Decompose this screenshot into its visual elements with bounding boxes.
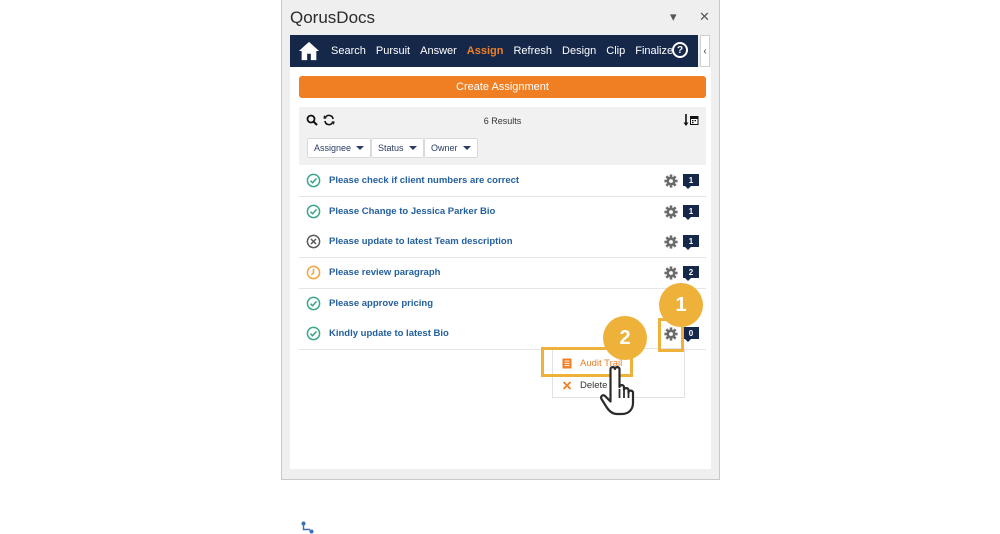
gear-icon[interactable]	[664, 174, 678, 188]
assignment-row[interactable]: Please Change to Jessica Parker Bio 1	[299, 197, 706, 228]
filter-status[interactable]: Status	[371, 138, 424, 158]
pane-title: QorusDocs	[290, 8, 376, 27]
x-circle-icon	[306, 234, 321, 249]
comment-badge[interactable]: 1	[683, 205, 699, 220]
comment-badge[interactable]: 2	[683, 266, 699, 281]
check-circle-icon	[306, 204, 321, 219]
check-circle-icon	[306, 173, 321, 188]
pane-menu-icon[interactable]: ▾	[670, 9, 677, 25]
assignment-title[interactable]: Please update to latest Team description	[329, 236, 513, 247]
qorusdocs-pane: QorusDocs ▾ ✕ Search Pursuit Answer Assi…	[281, 0, 720, 534]
home-icon[interactable]	[298, 40, 320, 62]
comment-badge[interactable]: 1	[683, 235, 699, 250]
assign-panel: Create Assignment 6 Results Assignee Sta…	[290, 67, 711, 534]
results-toolbar: 6 Results Assignee Status Owner	[299, 107, 706, 165]
chevron-down-icon	[462, 146, 471, 150]
assignment-title[interactable]: Please check if client numbers are corre…	[329, 175, 519, 186]
gear-icon[interactable]	[664, 205, 678, 219]
gear-icon[interactable]	[664, 266, 678, 280]
check-circle-icon	[306, 296, 321, 311]
nav-answer[interactable]: Answer	[420, 45, 457, 57]
gear-icon[interactable]	[664, 235, 678, 249]
assignment-row[interactable]: Please check if client numbers are corre…	[299, 166, 706, 197]
assignment-title[interactable]: Please review paragraph	[329, 267, 440, 278]
delete-icon	[562, 380, 572, 390]
main-nav: Search Pursuit Answer Assign Refresh Des…	[290, 35, 698, 67]
filter-owner-label: Owner	[431, 143, 458, 153]
step-2-callout: 2	[603, 316, 647, 360]
collapse-pane-button[interactable]: ‹	[700, 35, 710, 67]
comment-badge[interactable]: 0	[683, 327, 699, 342]
pointer-hand-icon	[600, 366, 635, 416]
assignment-title[interactable]: Kindly update to latest Bio	[329, 328, 449, 339]
filter-owner[interactable]: Owner	[424, 138, 478, 158]
assignment-title[interactable]: Please Change to Jessica Parker Bio	[329, 206, 495, 217]
filter-assignee[interactable]: Assignee	[307, 138, 372, 158]
chevron-down-icon	[408, 146, 417, 150]
nav-search[interactable]: Search	[331, 45, 366, 57]
nav-refresh[interactable]: Refresh	[513, 45, 552, 57]
assignment-title[interactable]: Please approve pricing	[329, 298, 433, 309]
results-count: 6 Results	[483, 116, 522, 126]
help-icon[interactable]: ?	[672, 42, 688, 58]
pane-close-icon[interactable]: ✕	[699, 9, 710, 25]
step-1-callout: 1	[659, 283, 703, 327]
nav-assign[interactable]: Assign	[467, 45, 504, 57]
nav-clip[interactable]: Clip	[606, 45, 625, 57]
create-assignment-button[interactable]: Create Assignment	[299, 76, 706, 98]
check-circle-icon	[306, 326, 321, 341]
assignment-row[interactable]: Please approve pricing	[299, 289, 706, 320]
clock-icon	[306, 265, 321, 280]
assignment-row[interactable]: Please update to latest Team description…	[299, 227, 706, 258]
chevron-down-icon	[356, 146, 365, 150]
filter-assignee-label: Assignee	[314, 143, 352, 153]
link-icon[interactable]	[301, 521, 314, 534]
nav-finalize[interactable]: Finalize	[635, 45, 673, 57]
nav-design[interactable]: Design	[562, 45, 596, 57]
comment-badge[interactable]: 1	[683, 174, 699, 189]
sort-calendar-icon[interactable]	[683, 113, 699, 127]
nav-pursuit[interactable]: Pursuit	[376, 45, 410, 57]
assignment-row[interactable]: Please review paragraph 2	[299, 258, 706, 289]
filter-status-label: Status	[378, 143, 404, 153]
